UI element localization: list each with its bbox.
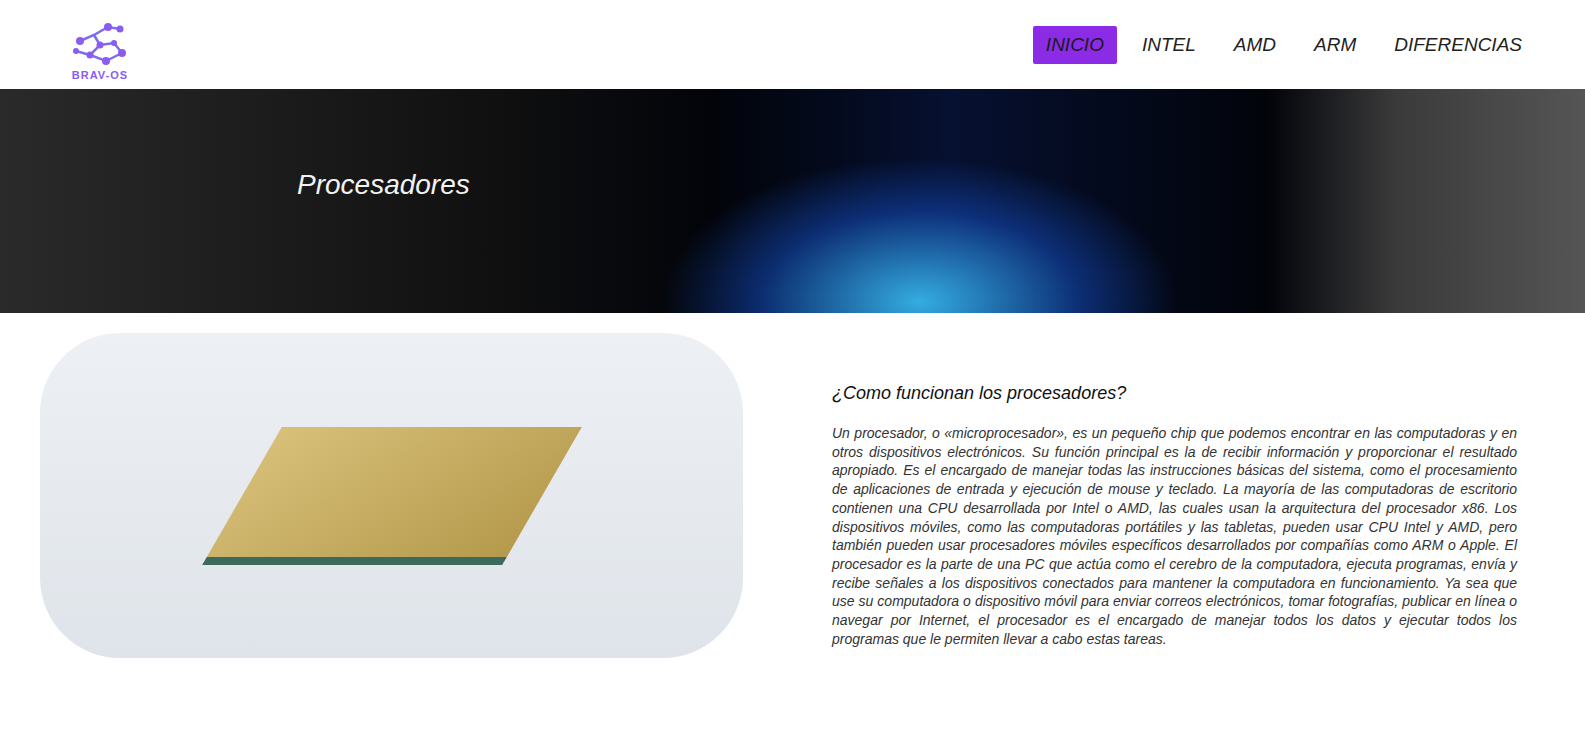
- content: ¿Como funcionan los procesadores? Un proc…: [0, 313, 1585, 698]
- page: BRAV-OS INICIO INTEL AMD ARM DIFERENCIAS Proce…: [0, 0, 1585, 756]
- article-heading: ¿Como funcionan los procesadores?: [832, 383, 1517, 404]
- network-logo-icon: [70, 21, 130, 71]
- chip-shape: [202, 427, 582, 565]
- nav-item[interactable]: INTEL: [1129, 26, 1209, 64]
- nav-item[interactable]: AMD: [1221, 26, 1289, 64]
- article: ¿Como funcionan los procesadores? Un proc…: [832, 333, 1517, 658]
- hero-title: Procesadores: [297, 169, 1585, 201]
- article-body: Un procesador, o «microprocesador», es u…: [832, 424, 1517, 648]
- header: BRAV-OS INICIO INTEL AMD ARM DIFERENCIAS: [0, 0, 1585, 89]
- logo[interactable]: BRAV-OS: [70, 9, 130, 81]
- nav-item[interactable]: DIFERENCIAS: [1381, 26, 1535, 64]
- nav-item[interactable]: ARM: [1301, 26, 1369, 64]
- processor-photo: [40, 333, 743, 658]
- hero-banner: Procesadores: [0, 89, 1585, 313]
- logo-text: BRAV-OS: [72, 69, 128, 81]
- main-nav: INICIO INTEL AMD ARM DIFERENCIAS: [1033, 26, 1535, 64]
- nav-item[interactable]: INICIO: [1033, 26, 1117, 64]
